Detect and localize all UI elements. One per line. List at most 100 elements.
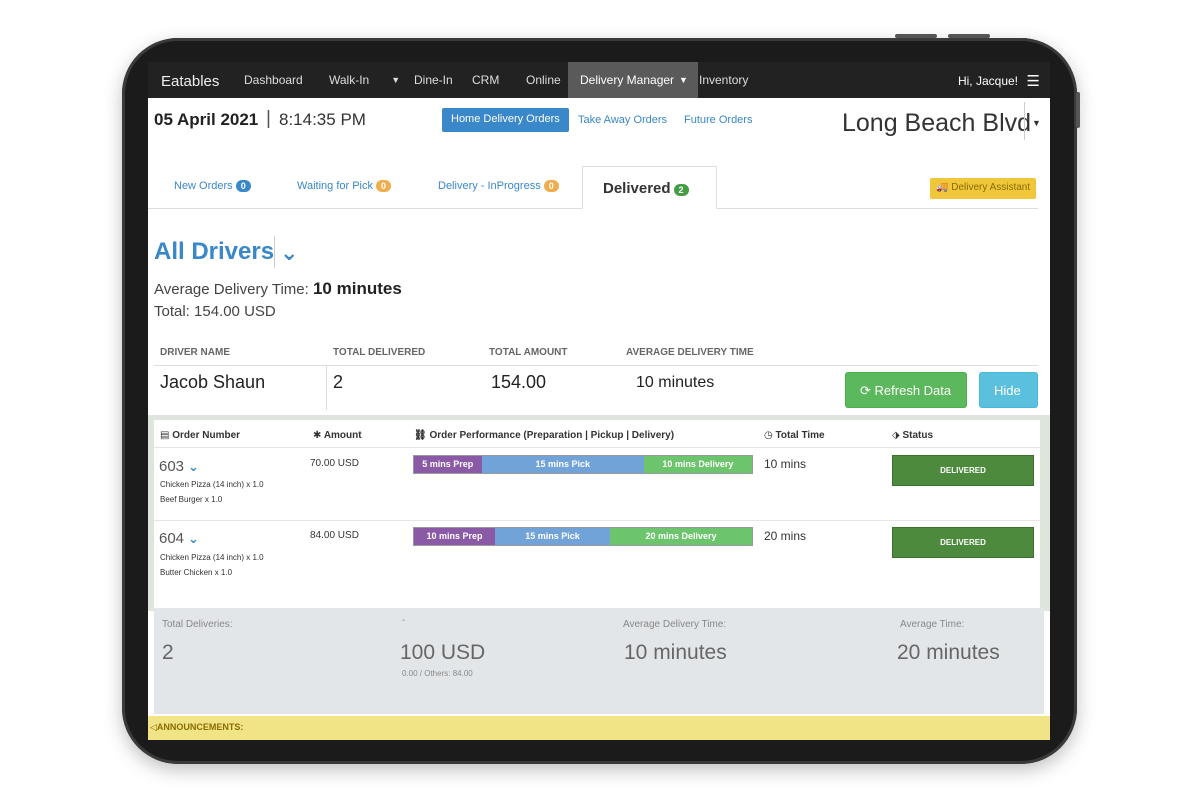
average-delivery-time-value: 10 minutes (624, 641, 727, 664)
hamburger-menu-icon[interactable]: ☰ (1027, 72, 1040, 90)
nav-dashboard[interactable]: Dashboard (244, 73, 303, 87)
column-header-driver-name: DRIVER NAME (160, 347, 231, 358)
tablet-volume-button (895, 34, 937, 38)
delivery-segment: 10 mins Delivery (643, 456, 752, 473)
orders-header-divider (154, 447, 1040, 448)
amount-breakdown: 0.00 / Others: 84.00 (402, 669, 473, 678)
order-performance-bar: 5 mins Prep 15 mins Pick 10 mins Deliver… (413, 455, 753, 474)
column-header-order-number: ▤ Order Number (160, 430, 241, 441)
pick-segment: 15 mins Pick (495, 528, 611, 545)
tab-waiting-for-pick[interactable]: Waiting for Pick 0 (297, 180, 392, 192)
location-divider (1024, 102, 1025, 140)
nav-online[interactable]: Online (526, 73, 561, 87)
prep-segment: 5 mins Prep (414, 456, 482, 473)
tablet-power-button (1076, 92, 1080, 128)
column-header-amount: ✱ Amount (313, 430, 362, 441)
truck-icon: 🚚 (936, 182, 949, 193)
order-amount: 84.00 USD (310, 530, 359, 541)
amount-label: - (402, 615, 406, 626)
column-header-average-delivery-time: AVERAGE DELIVERY TIME (626, 347, 754, 358)
announcements-bar: ◁ANNOUNCEMENTS: (148, 716, 1050, 740)
date-time-separator: | (266, 108, 271, 129)
location-selector[interactable]: Long Beach Blvd (842, 109, 1031, 138)
user-greeting[interactable]: Hi, Jacque! (958, 74, 1018, 88)
order-item: Chicken Pizza (14 inch) x 1.0 (160, 480, 264, 489)
tab-delivered[interactable]: Delivered 2 (582, 166, 717, 209)
hide-button[interactable]: Hide (979, 372, 1038, 408)
count-badge: 2 (673, 184, 689, 196)
nav-walk-in[interactable]: Walk-In ▼ (329, 73, 400, 87)
refresh-data-button[interactable]: ⟳ Refresh Data (845, 372, 967, 408)
order-item: Butter Chicken x 1.0 (160, 568, 233, 577)
asterisk-icon: ✱ (313, 430, 322, 441)
current-date: 05 April 2021 (154, 110, 259, 129)
top-navbar: Eatables Dashboard Walk-In ▼ Dine-In CRM … (148, 62, 1050, 98)
caret-down-icon: ▼ (679, 75, 688, 85)
total-deliveries-label: Total Deliveries: (162, 619, 233, 630)
driver-name: Jacob Shaun (160, 372, 266, 392)
app-screen: Eatables Dashboard Walk-In ▼ Dine-In CRM … (148, 62, 1050, 740)
count-badge: 0 (235, 180, 251, 192)
count-badge: 0 (376, 180, 392, 192)
average-delivery-time: Average Delivery Time: 10 minutes (154, 279, 402, 298)
brand-logo[interactable]: Eatables (161, 73, 219, 90)
cell-divider (326, 366, 327, 410)
megaphone-icon: ◁ (150, 722, 157, 732)
average-time-label: Average Time: (900, 619, 965, 630)
count-badge: 0 (543, 180, 559, 192)
order-performance-bar: 10 mins Prep 15 mins Pick 20 mins Delive… (413, 527, 753, 546)
chevron-down-icon[interactable]: ⌄ (188, 531, 199, 546)
amount-value: 100 USD (400, 641, 486, 664)
nav-inventory[interactable]: Inventory (699, 73, 748, 87)
drivers-dropdown-title[interactable]: All Drivers (154, 238, 274, 266)
column-header-status: ⬗ Status (892, 430, 934, 441)
binoculars-icon: ⛓ (414, 430, 427, 441)
document-icon: ▤ (160, 430, 170, 441)
pick-segment: 15 mins Pick (481, 456, 644, 473)
column-header-total-delivered: TOTAL DELIVERED (333, 347, 426, 358)
average-delivery-time-label: Average Delivery Time: (623, 619, 727, 630)
order-total-time: 10 mins (764, 457, 807, 471)
nav-delivery-manager[interactable]: Delivery Manager ▼ (568, 62, 698, 98)
delivered-status-button[interactable]: DELIVERED (892, 455, 1034, 486)
future-orders-link[interactable]: Future Orders (684, 114, 752, 126)
tablet-volume-button (948, 34, 990, 38)
order-item: Beef Burger x 1.0 (160, 495, 223, 504)
tab-new-orders[interactable]: New Orders 0 (174, 180, 251, 192)
order-amount: 70.00 USD (310, 458, 359, 469)
tag-icon: ⬗ (892, 430, 900, 441)
driver-total-amount: 154.00 (491, 372, 547, 392)
delivery-assistant-button[interactable]: 🚚 Delivery Assistant (930, 178, 1037, 199)
orders-table (154, 420, 1040, 610)
column-header-order-performance: ⛓ Order Performance (Preparation | Picku… (414, 430, 675, 441)
chevron-down-icon[interactable]: ⌄ (188, 459, 199, 474)
refresh-icon: ⟳ (860, 383, 871, 398)
total-amount: Total: 154.00 USD (154, 303, 276, 320)
tab-delivery-inprogress[interactable]: Delivery - InProgress 0 (438, 180, 559, 192)
row-divider (154, 520, 1040, 521)
clock-icon: ◷ (764, 430, 773, 441)
order-item: Chicken Pizza (14 inch) x 1.0 (160, 553, 264, 562)
drivers-divider (274, 236, 275, 268)
chevron-down-icon[interactable]: ⌄ (280, 240, 298, 266)
table-header-divider (154, 365, 1038, 366)
caret-down-icon: ▼ (391, 75, 401, 85)
order-number[interactable]: 604 ⌄ (159, 530, 199, 547)
driver-average-delivery-time: 10 minutes (636, 374, 715, 391)
nav-crm[interactable]: CRM (472, 73, 499, 87)
average-time-value: 20 minutes (897, 641, 1000, 664)
column-header-total-amount: TOTAL AMOUNT (489, 347, 568, 358)
prep-segment: 10 mins Prep (414, 528, 496, 545)
location-caret-icon[interactable]: ▼ (1032, 118, 1041, 128)
delivered-status-button[interactable]: DELIVERED (892, 527, 1034, 558)
current-time: 8:14:35 PM (279, 110, 366, 129)
delivery-segment: 20 mins Delivery (610, 528, 752, 545)
driver-total-delivered: 2 (333, 372, 344, 392)
nav-dine-in[interactable]: Dine-In (414, 73, 453, 87)
total-deliveries-value: 2 (162, 641, 174, 664)
order-total-time: 20 mins (764, 529, 807, 543)
column-header-total-time: ◷ Total Time (764, 430, 825, 441)
take-away-orders-link[interactable]: Take Away Orders (578, 114, 667, 126)
order-number[interactable]: 603 ⌄ (159, 458, 199, 475)
home-delivery-orders-button[interactable]: Home Delivery Orders (442, 108, 569, 132)
